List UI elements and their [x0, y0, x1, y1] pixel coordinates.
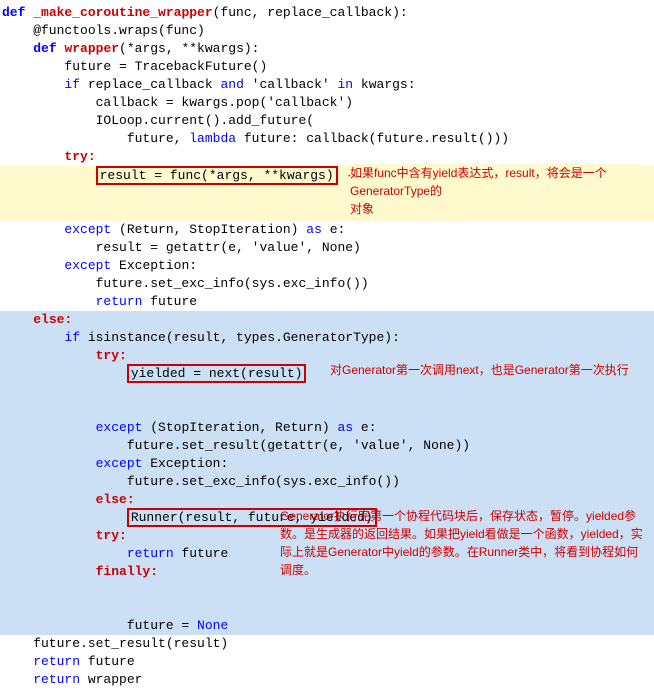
yielded-box: yielded = next(result) [127, 364, 307, 383]
code-line-12: result = getattr(e, 'value', None) [0, 239, 654, 257]
annotation-text-3: Generator执行完第一个协程代码块后，保存状态，暂停。yielded参数。… [280, 507, 650, 579]
code-line-14: future.set_exc_info(sys.exc_info()) [0, 275, 654, 293]
code-line-31: return future [0, 653, 654, 671]
code-container: def _make_coroutine_wrapper(func, replac… [0, 0, 654, 693]
result-box: result = func(*args, **kwargs) [96, 166, 338, 185]
code-line-6: callback = kwargs.pop('callback') [0, 94, 654, 112]
code-line-30: future.set_result(result) [0, 635, 654, 653]
code-line-1: def _make_coroutine_wrapper(func, replac… [0, 4, 654, 22]
code-line-10: result = func(*args, **kwargs)◄ 如果func中含… [0, 166, 654, 221]
code-line-19: yielded = next(result) 对Generator第一次调用ne… [0, 365, 654, 419]
code-line-23: future.set_exc_info(sys.exc_info()) [0, 473, 654, 491]
func-name: _make_coroutine_wrapper [33, 5, 212, 20]
code-line-2: @functools.wraps(func) [0, 22, 654, 40]
code-line-5: if replace_callback and 'callback' in kw… [0, 76, 654, 94]
code-line-22: except Exception: [0, 455, 654, 473]
keyword-def: def [2, 5, 25, 20]
code-line-29: future = None [0, 617, 654, 635]
code-line-11: except (Return, StopIteration) as e: [0, 221, 654, 239]
code-line-4: future = TracebackFuture() [0, 58, 654, 76]
annotation-text-1: 如果func中含有yield表达式，result，将会是一个GeneratorT… [350, 164, 640, 218]
code-line-17: if isinstance(result, types.GeneratorTyp… [0, 329, 654, 347]
code-line-3: def wrapper(*args, **kwargs): [0, 40, 654, 58]
code-line-13: except Exception: [0, 257, 654, 275]
annotation-text-2: 对Generator第一次调用next，也是Generator第一次执行 [330, 361, 630, 379]
code-line-16: else: [0, 311, 654, 329]
code-line-28: finally: Generator执行完第一个协程代码块后，保存状态，暂停。y… [0, 563, 654, 617]
code-line-32: return wrapper [0, 671, 654, 689]
code-line-7: IOLoop.current().add_future( [0, 112, 654, 130]
code-line-8: future, lambda future: callback(future.r… [0, 130, 654, 148]
code-line-20: except (StopIteration, Return) as e: [0, 419, 654, 437]
code-line-21: future.set_result(getattr(e, 'value', No… [0, 437, 654, 455]
code-line-15: return future [0, 293, 654, 311]
